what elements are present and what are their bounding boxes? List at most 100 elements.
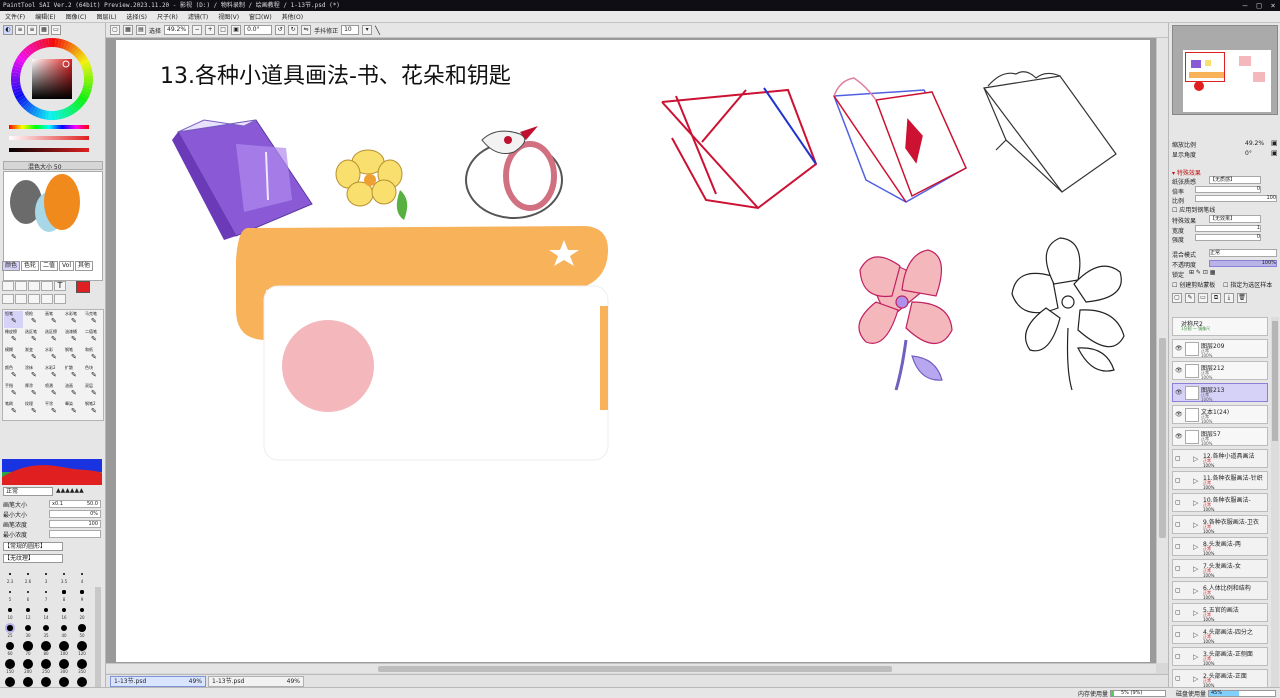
layer-folder[interactable]: ▢ ▷ 10.各种衣服画法- 正常 100% — [1172, 493, 1268, 512]
copy-layer-icon[interactable]: ⧉ — [1211, 293, 1221, 303]
vertical-scroll-thumb[interactable] — [1159, 338, 1166, 538]
brush-size-dot[interactable] — [42, 624, 50, 632]
brush-tool-slot[interactable]: 喷枪 ✎ — [24, 311, 43, 328]
scratchpad-mode-icon[interactable]: ▭ — [51, 25, 61, 35]
brush-tool-slot[interactable]: 铅笔 ✎ — [4, 311, 23, 328]
navigator-preview[interactable] — [1172, 25, 1278, 115]
brush-tool-slot[interactable]: 涂抹 ✎ — [24, 365, 43, 382]
brush-size-dot[interactable] — [80, 590, 84, 594]
brush-size-dot[interactable] — [59, 641, 69, 651]
invert-selection-icon[interactable]: ▤ — [136, 25, 146, 35]
layer-folder[interactable]: ▢ ▷ 3.头部画法-正侧面 正常 100% — [1172, 647, 1268, 666]
brush-tool-slot[interactable]: 笔刷 ✎ — [4, 401, 23, 418]
close-button[interactable]: × — [1266, 0, 1280, 11]
folder-expand-icon[interactable]: ▷ — [1193, 455, 1198, 463]
layer-folder[interactable]: ▢ ▷ 2.头部画法-正面 正常 100% — [1172, 669, 1268, 687]
layer-item[interactable]: 👁 图层213 正常 100% — [1172, 383, 1268, 402]
brush-texture-select[interactable]: 【无纹理】 — [3, 554, 63, 563]
layer-folder[interactable]: ▢ ▷ 8.头发画法-两 正常 100% — [1172, 537, 1268, 556]
brush-size-dot[interactable] — [41, 659, 51, 669]
brush-tool-slot[interactable]: 平涂 ✎ — [44, 401, 63, 418]
brush-size-dot[interactable] — [23, 677, 33, 687]
rotation-field[interactable]: 0.0° — [244, 25, 273, 35]
layer-item[interactable]: 👁 图层57 正常 100% — [1172, 427, 1268, 446]
eyedropper-icon[interactable] — [54, 294, 66, 304]
fill-icon[interactable] — [41, 281, 53, 291]
brush-tool-slot[interactable]: 钢笔2 ✎ — [84, 401, 103, 418]
new-file-icon[interactable]: ▢ — [110, 25, 120, 35]
brush-size-dot[interactable] — [77, 677, 87, 687]
brush-size-dot[interactable] — [79, 607, 85, 613]
brush-tool-slot[interactable]: 双层 ✎ — [84, 383, 103, 400]
brush-size-dot[interactable] — [80, 572, 84, 576]
brush-size-dot[interactable] — [26, 608, 30, 612]
canvas-vertical-scrollbar[interactable] — [1156, 38, 1168, 663]
brush-tool-slot[interactable]: 马克笔 ✎ — [84, 311, 103, 328]
brush-size-dot[interactable] — [9, 573, 11, 575]
lock-icons[interactable]: ⊞ ✎ ⊡ ▦ — [1189, 269, 1215, 276]
eye-icon[interactable]: 👁 — [1175, 345, 1183, 352]
brush-size-dot[interactable] — [77, 641, 87, 651]
visibility-box[interactable]: ▢ — [1175, 521, 1181, 528]
doc-tab-1[interactable]: 1-13节.psd 49% — [110, 675, 206, 687]
density-field[interactable]: 100 — [49, 520, 101, 528]
visibility-box[interactable]: ▢ — [1175, 565, 1181, 572]
visibility-box[interactable]: ▢ — [1175, 455, 1181, 462]
brush-size-dot[interactable] — [45, 573, 47, 575]
zoom-out-icon[interactable]: − — [192, 25, 203, 35]
eye-icon[interactable]: 👁 — [1175, 411, 1183, 418]
folder-expand-icon[interactable]: ▷ — [1193, 521, 1198, 529]
menu-file[interactable]: 文件(F) — [0, 12, 30, 21]
brush-tool-slot[interactable]: 钢笔 ✎ — [64, 347, 83, 364]
text-tool-icon[interactable]: T — [54, 281, 66, 291]
brush-size-dot[interactable] — [8, 590, 12, 594]
brush-size-dot[interactable] — [59, 659, 69, 669]
brush-size-dot[interactable] — [23, 641, 33, 651]
opacity-slider[interactable]: 100% — [1209, 260, 1277, 267]
brush-size-dot[interactable] — [60, 624, 68, 632]
brush-tool-slot[interactable]: 厚涂 ✎ — [24, 383, 43, 400]
menu-select[interactable]: 选择(S) — [122, 12, 153, 21]
brush-tool-slot[interactable]: 油画 ✎ — [64, 383, 83, 400]
rgb-slider-mode-icon[interactable]: ≡ — [15, 25, 25, 35]
brush-tool-slot[interactable]: 扩散 ✎ — [64, 365, 83, 382]
layer-scroll-thumb[interactable] — [1272, 321, 1278, 441]
brush-tool-slot[interactable]: 晕染 ✎ — [64, 401, 83, 418]
zoom-reset-icon[interactable]: □ — [218, 25, 229, 35]
layer-item[interactable]: 👁 文本1(24) 正常 100% — [1172, 405, 1268, 424]
layer-folder[interactable]: ▢ ▷ 11.各种衣服画法-针织 正常 100% — [1172, 471, 1268, 490]
brush-tool-slot[interactable]: 橡皮擦 ✎ — [4, 329, 23, 346]
hue-slider[interactable] — [9, 125, 89, 129]
folder-expand-icon[interactable]: ▷ — [1193, 609, 1198, 617]
brush-tool-slot[interactable]: 选区笔 ✎ — [24, 329, 43, 346]
brush-size-dot[interactable] — [5, 659, 15, 669]
visibility-box[interactable]: ▢ — [1175, 653, 1181, 660]
rotate-icon[interactable] — [28, 294, 40, 304]
menu-image[interactable]: 图像(C) — [61, 12, 92, 21]
menu-filter[interactable]: 滤镜(T) — [183, 12, 213, 21]
layer-item[interactable]: 👁 图层212 正常 100% — [1172, 361, 1268, 380]
visibility-box[interactable]: ▢ — [1175, 499, 1181, 506]
layer-folder[interactable]: ▢ ▷ 12.各种小道具画法 正常 100% — [1172, 449, 1268, 468]
brush-blend-select[interactable]: 正常 — [3, 487, 53, 496]
min-density-field[interactable] — [49, 530, 101, 538]
new-layer-icon[interactable]: ▢ — [1172, 293, 1182, 303]
folder-expand-icon[interactable]: ▷ — [1193, 477, 1198, 485]
brush-tool-slot[interactable]: 模糊 ✎ — [4, 347, 23, 364]
brush-size-dot[interactable] — [62, 572, 66, 576]
tab-other[interactable]: 其他 — [75, 261, 94, 271]
brush-size-dot[interactable] — [41, 641, 51, 651]
scale-field[interactable]: 0 — [1195, 186, 1261, 193]
zoom-field[interactable]: 49.2% — [164, 25, 190, 35]
ruler-layer[interactable]: 对称尺2 1分割 — 镜像尺 — [1172, 317, 1268, 336]
new-folder-icon[interactable]: ▭ — [1198, 293, 1208, 303]
flip-horizontal-icon[interactable]: ⇋ — [301, 25, 312, 35]
brush-size-dot[interactable] — [8, 608, 12, 612]
stabilizer-field[interactable]: 10 — [341, 25, 360, 35]
effect-select[interactable]: 【无效果】 — [1209, 215, 1261, 223]
swatches-mode-icon[interactable]: ▦ — [39, 25, 49, 35]
brush-tool-slot[interactable]: 油漆桶 ✎ — [64, 329, 83, 346]
menu-view[interactable]: 视图(V) — [213, 12, 244, 21]
brush-size-dot[interactable] — [43, 607, 49, 613]
rotate-left-icon[interactable]: ↺ — [275, 25, 286, 35]
